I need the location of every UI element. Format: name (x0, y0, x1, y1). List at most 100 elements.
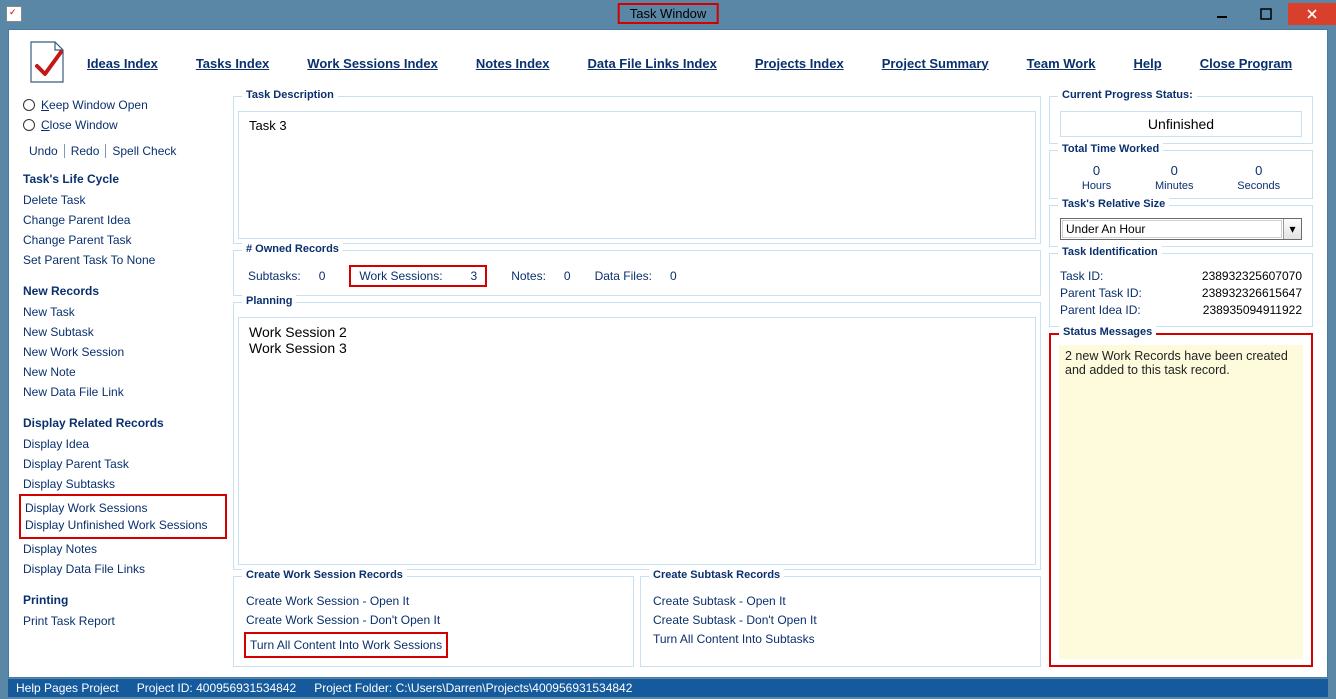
link-new-work-session[interactable]: New Work Session (23, 345, 225, 359)
link-new-subtask[interactable]: New Subtask (23, 325, 225, 339)
task-description-label: Task Description (242, 89, 338, 101)
link-display-subtasks[interactable]: Display Subtasks (23, 477, 225, 491)
minutes-label: Minutes (1155, 180, 1194, 192)
group-create-subtask: Create Subtask Records Create Subtask - … (640, 576, 1041, 667)
task-identification-label: Task Identification (1058, 246, 1162, 258)
link-change-parent-idea[interactable]: Change Parent Idea (23, 213, 225, 227)
link-turn-all-into-subtasks[interactable]: Turn All Content Into Subtasks (653, 632, 1028, 646)
progress-status-label: Current Progress Status: (1058, 89, 1197, 101)
link-create-subtask-noopen[interactable]: Create Subtask - Don't Open It (653, 613, 1028, 627)
menu-work-sessions-index[interactable]: Work Sessions Index (307, 56, 438, 71)
heading-display-related: Display Related Records (23, 416, 225, 430)
owned-work-sessions-label: Work Sessions: (359, 269, 442, 283)
task-description-input[interactable]: Task 3 (238, 111, 1036, 239)
link-new-task[interactable]: New Task (23, 305, 225, 319)
relative-size-select[interactable]: Under An Hour ▾ (1060, 218, 1302, 240)
relative-size-label: Task's Relative Size (1058, 198, 1169, 210)
menubar: Ideas Index Tasks Index Work Sessions In… (9, 30, 1327, 90)
owned-records-label: # Owned Records (242, 243, 343, 255)
menu-projects-index[interactable]: Projects Index (755, 56, 844, 71)
left-panel: Keep Window Open Close Window Undo Redo … (23, 96, 225, 667)
middle-panel: Task Description Task 3 # Owned Records … (233, 96, 1041, 667)
chevron-down-icon: ▾ (1283, 219, 1301, 239)
owned-notes-value: 0 (564, 269, 571, 283)
parent-task-id-label: Parent Task ID: (1060, 286, 1142, 300)
progress-status-value: Unfinished (1060, 111, 1302, 137)
menu-ideas-index[interactable]: Ideas Index (87, 56, 158, 71)
spell-check-link[interactable]: Spell Check (106, 144, 182, 158)
menu-data-file-links-index[interactable]: Data File Links Index (588, 56, 717, 71)
planning-input[interactable]: Work Session 2 Work Session 3 (238, 317, 1036, 565)
group-owned-records: # Owned Records Subtasks:0 Work Sessions… (233, 250, 1041, 296)
hours-value: 0 (1082, 163, 1111, 178)
radio-keep-window-open[interactable]: Keep Window Open (23, 98, 225, 112)
total-time-label: Total Time Worked (1058, 143, 1163, 155)
client-area: Ideas Index Tasks Index Work Sessions In… (8, 29, 1328, 678)
project-folder: Project Folder: C:\Users\Darren\Projects… (314, 681, 632, 695)
undo-link[interactable]: Undo (23, 144, 65, 158)
link-display-data-file-links[interactable]: Display Data File Links (23, 562, 225, 576)
parent-task-id-value: 238932326615647 (1202, 286, 1302, 300)
link-create-ws-open[interactable]: Create Work Session - Open It (246, 594, 621, 608)
link-new-data-file-link[interactable]: New Data File Link (23, 385, 225, 399)
planning-label: Planning (242, 295, 296, 307)
link-print-task-report[interactable]: Print Task Report (23, 614, 225, 628)
link-display-parent-task[interactable]: Display Parent Task (23, 457, 225, 471)
menu-notes-index[interactable]: Notes Index (476, 56, 550, 71)
create-subtask-label: Create Subtask Records (649, 569, 784, 581)
link-set-parent-task-none[interactable]: Set Parent Task To None (23, 253, 225, 267)
owned-subtasks-label: Subtasks: (248, 269, 301, 283)
group-task-description: Task Description Task 3 (233, 96, 1041, 244)
menu-close-program[interactable]: Close Program (1200, 56, 1292, 71)
group-status-messages: Status Messages 2 new Work Records have … (1049, 333, 1313, 667)
menu-project-summary[interactable]: Project Summary (882, 56, 989, 71)
group-create-work-session: Create Work Session Records Create Work … (233, 576, 634, 667)
titlebar: Task Window (0, 0, 1336, 27)
hours-label: Hours (1082, 180, 1111, 192)
owned-work-sessions-value: 3 (471, 269, 478, 283)
maximize-button[interactable] (1244, 3, 1288, 25)
link-display-notes[interactable]: Display Notes (23, 542, 225, 556)
group-planning: Planning Work Session 2 Work Session 3 (233, 302, 1041, 570)
seconds-value: 0 (1237, 163, 1280, 178)
menu-tasks-index[interactable]: Tasks Index (196, 56, 269, 71)
group-progress-status: Current Progress Status: Unfinished (1049, 96, 1313, 144)
task-id-label: Task ID: (1060, 269, 1103, 283)
app-icon (6, 6, 22, 22)
link-delete-task[interactable]: Delete Task (23, 193, 225, 207)
link-create-subtask-open[interactable]: Create Subtask - Open It (653, 594, 1028, 608)
link-display-idea[interactable]: Display Idea (23, 437, 225, 451)
menu-team-work[interactable]: Team Work (1027, 56, 1096, 71)
close-button[interactable] (1288, 3, 1336, 25)
radio-close-window[interactable]: Close Window (23, 118, 225, 132)
minutes-value: 0 (1155, 163, 1194, 178)
page-checkmark-icon (27, 38, 63, 82)
heading-new-records: New Records (23, 284, 225, 298)
owned-data-files-label: Data Files: (595, 269, 652, 283)
radio-label: Close Window (41, 118, 118, 132)
link-display-work-sessions[interactable]: Display Work Sessions (25, 501, 223, 515)
project-id: Project ID: 400956931534842 (137, 681, 296, 695)
minimize-button[interactable] (1200, 3, 1244, 25)
link-create-ws-noopen[interactable]: Create Work Session - Don't Open It (246, 613, 621, 627)
link-new-note[interactable]: New Note (23, 365, 225, 379)
heading-printing: Printing (23, 593, 225, 607)
parent-idea-id-label: Parent Idea ID: (1060, 303, 1141, 317)
planning-line: Work Session 2 (249, 324, 1025, 340)
planning-line: Work Session 3 (249, 340, 1025, 356)
heading-task-life-cycle: Task's Life Cycle (23, 172, 225, 186)
statusbar: Help Pages Project Project ID: 400956931… (8, 679, 1328, 697)
link-display-unfinished-work-sessions[interactable]: Display Unfinished Work Sessions (25, 518, 223, 532)
link-turn-all-into-ws[interactable]: Turn All Content Into Work Sessions (250, 638, 442, 652)
owned-notes-label: Notes: (511, 269, 546, 283)
menu-help[interactable]: Help (1134, 56, 1162, 71)
redo-link[interactable]: Redo (65, 144, 107, 158)
owned-subtasks-value: 0 (319, 269, 326, 283)
create-ws-label: Create Work Session Records (242, 569, 407, 581)
radio-label: Keep Window Open (41, 98, 148, 112)
help-pages-project[interactable]: Help Pages Project (16, 681, 119, 695)
status-messages-label: Status Messages (1059, 326, 1156, 338)
seconds-label: Seconds (1237, 180, 1280, 192)
window-title: Task Window (618, 3, 719, 24)
link-change-parent-task[interactable]: Change Parent Task (23, 233, 225, 247)
